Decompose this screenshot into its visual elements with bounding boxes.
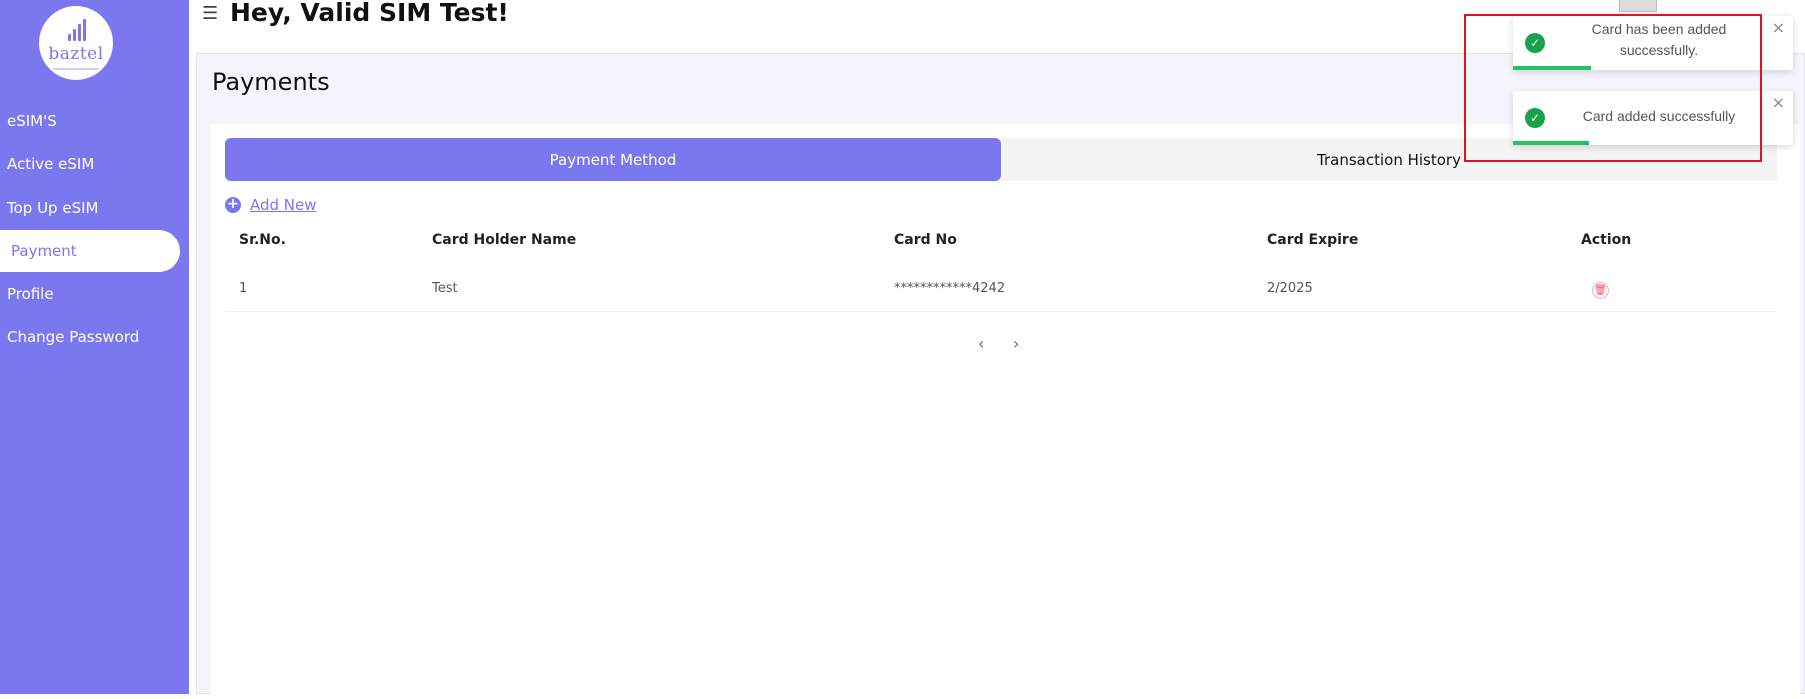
page-greeting: Hey, Valid SIM Test!: [230, 0, 509, 27]
close-icon[interactable]: ×: [1772, 18, 1785, 37]
tab-label: Payment Method: [549, 150, 677, 169]
sidebar-item-label: Top Up eSIM: [7, 199, 99, 217]
sidebar: baztel eSIM'S Active eSIM Top Up eSIM Pa…: [0, 0, 189, 694]
table-row-divider: [225, 311, 1777, 312]
sidebar-item-payment[interactable]: Payment: [0, 230, 180, 272]
column-header-sr-no: Sr.No.: [239, 232, 286, 248]
sidebar-item-profile[interactable]: Profile: [0, 273, 180, 315]
cell-card-no: ************4242: [894, 281, 1006, 296]
sidebar-item-top-up-esim[interactable]: Top Up eSIM: [0, 187, 180, 229]
close-icon[interactable]: ×: [1772, 93, 1785, 112]
page-title: Payments: [212, 68, 330, 96]
sidebar-item-label: Payment: [11, 242, 77, 260]
sidebar-item-active-esim[interactable]: Active eSIM: [0, 143, 180, 185]
brand-tagline: [53, 68, 99, 70]
trash-icon[interactable]: 🗑: [1592, 282, 1609, 299]
payments-card: Payment Method Transaction History + Add…: [211, 124, 1800, 699]
column-header-card-expire: Card Expire: [1267, 232, 1359, 248]
highlight-box: [1464, 14, 1762, 162]
add-new-label: Add New: [250, 196, 317, 214]
sidebar-item-label: Profile: [7, 285, 54, 303]
column-header-card-no: Card No: [894, 232, 957, 248]
column-header-action: Action: [1581, 232, 1632, 248]
sidebar-item-label: Active eSIM: [7, 155, 95, 173]
brand-name: baztel: [48, 44, 104, 64]
hamburger-icon[interactable]: ☰: [202, 3, 218, 24]
cell-sr-no: 1: [239, 281, 248, 296]
tab-label: Transaction History: [1317, 150, 1461, 169]
chevron-right-icon[interactable]: ›: [1013, 334, 1019, 353]
sidebar-item-change-password[interactable]: Change Password: [0, 316, 180, 358]
chevron-left-icon[interactable]: ‹: [978, 334, 984, 353]
cell-card-expire: 2/2025: [1267, 281, 1313, 296]
avatar[interactable]: [1619, 0, 1657, 12]
sidebar-item-esims[interactable]: eSIM'S: [0, 100, 180, 142]
signal-icon: [68, 19, 88, 41]
plus-circle-icon: +: [225, 197, 241, 213]
brand-logo[interactable]: baztel: [39, 6, 113, 80]
sidebar-item-label: Change Password: [7, 328, 140, 346]
cell-card-holder: Test: [432, 281, 458, 296]
sidebar-item-label: eSIM'S: [7, 112, 57, 130]
tab-payment-method[interactable]: Payment Method: [225, 138, 1001, 181]
add-new-button[interactable]: + Add New: [225, 196, 317, 214]
column-header-card-holder: Card Holder Name: [432, 232, 577, 248]
